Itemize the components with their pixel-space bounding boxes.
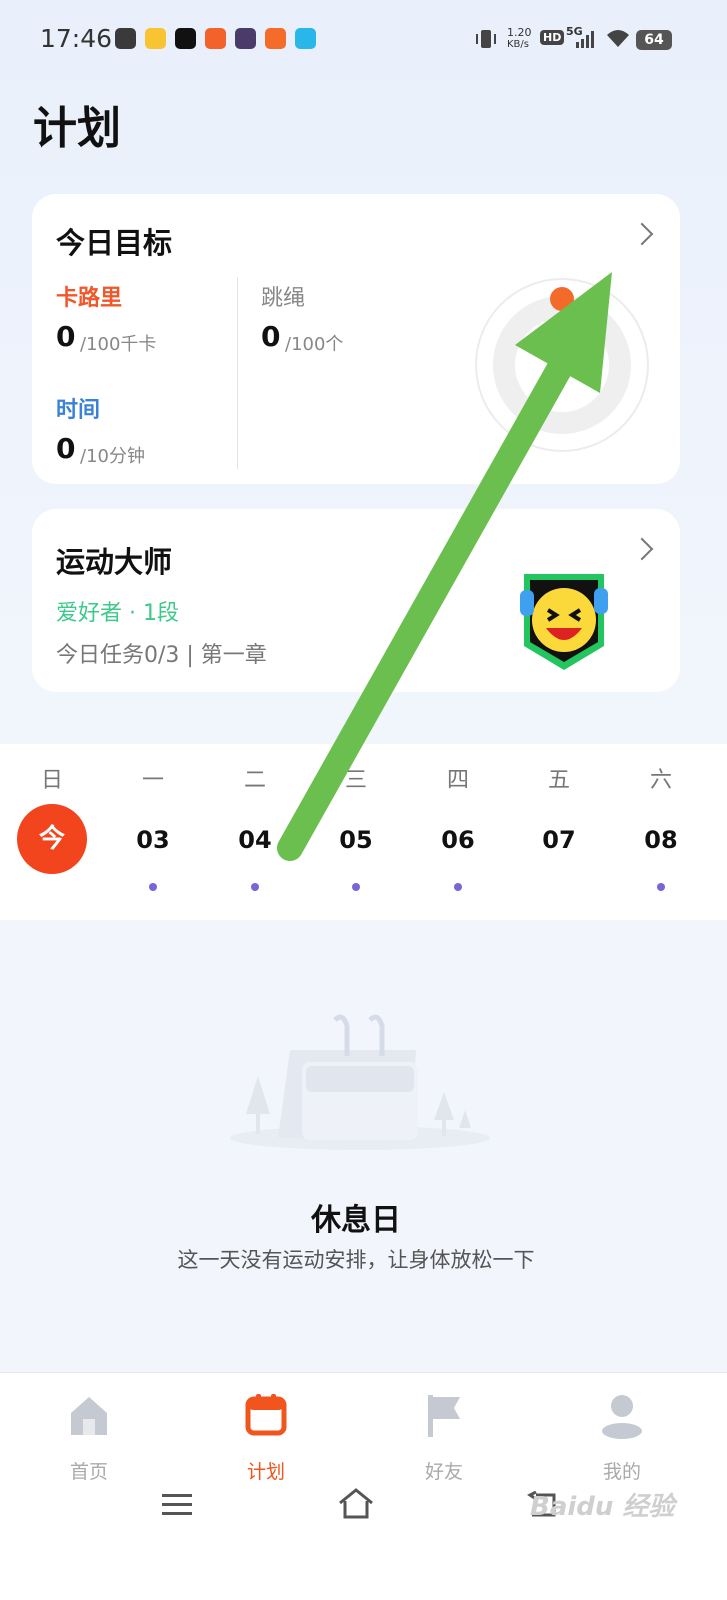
sports-master-card[interactable]: 运动大师 爱好者 · 1段 今日任务0/3 | 第一章 bbox=[32, 509, 680, 692]
tab-plan[interactable]: 计划 bbox=[206, 1391, 326, 1484]
plan-dot bbox=[251, 883, 259, 891]
calorie-unit: /100千卡 bbox=[80, 334, 157, 355]
calorie-value: 0 bbox=[56, 320, 76, 353]
page-title: 计划 bbox=[33, 103, 121, 154]
rope-value: 0 bbox=[261, 320, 281, 353]
status-bar: 17:46 1.20 KB/s HD 5G 64 bbox=[0, 0, 727, 80]
calendar-day[interactable]: 08 bbox=[626, 826, 696, 854]
rope-unit: /100个 bbox=[285, 334, 344, 355]
flag-icon bbox=[428, 1395, 460, 1437]
tab-plan-label: 计划 bbox=[246, 1461, 285, 1483]
calendar-day[interactable]: 07 bbox=[524, 826, 594, 854]
plan-dot bbox=[352, 883, 360, 891]
tab-home[interactable]: 首页 bbox=[29, 1391, 149, 1484]
time-unit: /10分钟 bbox=[80, 446, 145, 467]
tab-profile[interactable]: 我的 bbox=[562, 1391, 682, 1484]
week-calendar: 日 一 二 三 四 五 六 今 03 04 05 06 07 08 bbox=[0, 744, 727, 920]
weibo-icon bbox=[145, 28, 166, 49]
weekday-label: 一 bbox=[141, 768, 164, 793]
baidu-watermark: Baidu 经验 bbox=[530, 1492, 675, 1522]
time-label: 时间 bbox=[56, 398, 101, 423]
battery-indicator: 64 bbox=[636, 30, 672, 50]
rest-day-description: 这一天没有运动安排，让身体放松一下 bbox=[177, 1248, 535, 1272]
menu-icon[interactable] bbox=[160, 1491, 194, 1519]
progress-ring-dot bbox=[550, 287, 574, 311]
home-icon bbox=[71, 1397, 107, 1435]
calendar-day[interactable]: 06 bbox=[423, 826, 493, 854]
map-app-icon bbox=[295, 28, 316, 49]
plan-dot bbox=[657, 883, 665, 891]
weekday-label: 六 bbox=[649, 768, 672, 793]
weekday-label: 四 bbox=[446, 768, 469, 793]
progress-ring bbox=[493, 296, 631, 434]
kuaishou-icon bbox=[205, 28, 226, 49]
laughing-badge-icon bbox=[520, 574, 608, 670]
master-task-progress: 今日任务0/3 | 第一章 bbox=[56, 643, 267, 668]
weekday-label: 三 bbox=[344, 768, 367, 793]
person-icon bbox=[602, 1395, 642, 1439]
rest-calendar-illustration bbox=[230, 1014, 490, 1150]
rest-day-title: 休息日 bbox=[311, 1203, 401, 1238]
weekday-label: 五 bbox=[547, 768, 570, 793]
home-nav-icon[interactable] bbox=[337, 1487, 375, 1521]
vibrate-icon bbox=[476, 30, 496, 48]
tab-friends-label: 好友 bbox=[424, 1461, 463, 1483]
notification-app-icon bbox=[115, 28, 136, 49]
calendar-day[interactable]: 05 bbox=[321, 826, 391, 854]
weekday-label: 二 bbox=[243, 768, 266, 793]
douyin-icon bbox=[175, 28, 196, 49]
today-goal-card[interactable]: 今日目标 卡路里 0 /100千卡 时间 0 /10分钟 跳绳 0 /100个 bbox=[32, 194, 680, 484]
time-value: 0 bbox=[56, 432, 76, 465]
calorie-label: 卡路里 bbox=[56, 286, 123, 311]
wifi-icon bbox=[607, 30, 629, 47]
calendar-icon bbox=[245, 1394, 287, 1436]
calendar-day[interactable]: 04 bbox=[220, 826, 290, 854]
master-card-title: 运动大师 bbox=[56, 545, 173, 579]
metric-divider bbox=[237, 277, 238, 469]
net-speed-value: 1.20 bbox=[507, 26, 532, 39]
calendar-day-today[interactable]: 今 bbox=[17, 804, 87, 874]
chevron-right-icon[interactable] bbox=[630, 537, 654, 561]
status-time: 17:46 bbox=[40, 24, 113, 53]
k-app-icon bbox=[235, 28, 256, 49]
goal-card-title: 今日目标 bbox=[56, 226, 173, 260]
hd-badge: HD bbox=[540, 30, 565, 45]
tab-profile-label: 我的 bbox=[602, 1461, 641, 1483]
net-speed-unit: KB/s bbox=[507, 39, 529, 50]
weekday-label: 日 bbox=[40, 768, 63, 793]
tab-friends[interactable]: 好友 bbox=[384, 1391, 504, 1484]
tab-home-label: 首页 bbox=[69, 1461, 108, 1483]
chevron-right-icon[interactable] bbox=[630, 222, 654, 246]
plan-dot bbox=[149, 883, 157, 891]
calendar-day[interactable]: 03 bbox=[118, 826, 188, 854]
signal-icon bbox=[576, 31, 594, 48]
master-level: 爱好者 · 1段 bbox=[56, 601, 179, 626]
rope-label: 跳绳 bbox=[261, 286, 306, 311]
plan-dot bbox=[454, 883, 462, 891]
taobao-icon bbox=[265, 28, 286, 49]
